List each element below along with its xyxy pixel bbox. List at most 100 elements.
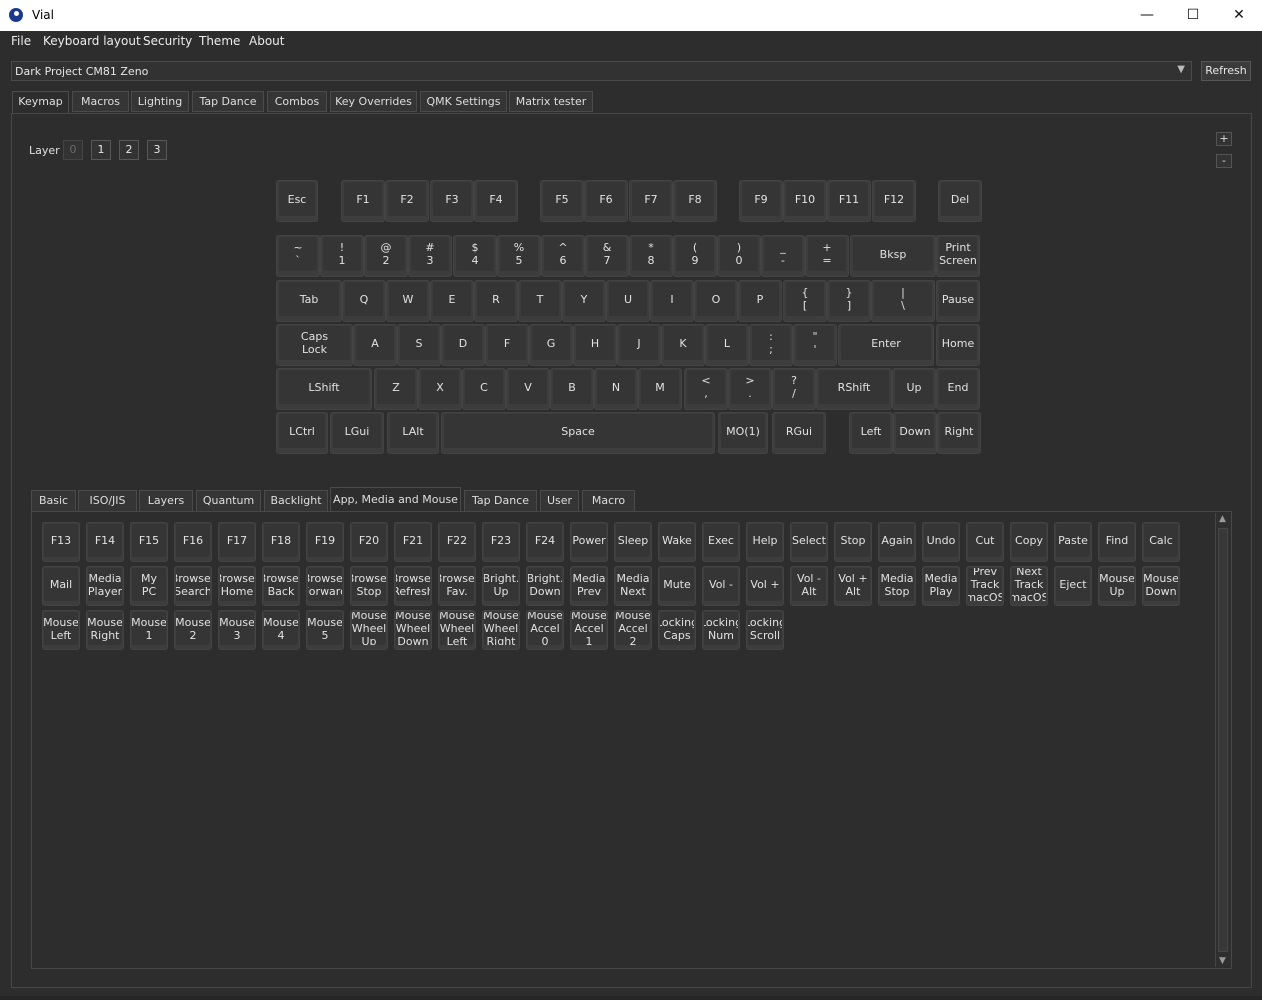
keyboard-key[interactable]: W bbox=[386, 280, 430, 322]
keycode-button[interactable]: Select bbox=[790, 522, 828, 562]
keyboard-key[interactable]: > . bbox=[728, 368, 772, 410]
keyboard-key[interactable]: } ] bbox=[827, 280, 871, 322]
tab-macro[interactable]: Macro bbox=[582, 490, 635, 512]
keyboard-key[interactable]: ~ ` bbox=[276, 235, 320, 277]
keycode-button[interactable]: Again bbox=[878, 522, 916, 562]
tab-matrix-tester[interactable]: Matrix tester bbox=[509, 91, 593, 112]
keyboard-key[interactable]: @ 2 bbox=[364, 235, 408, 277]
keyboard-key[interactable]: + = bbox=[805, 235, 849, 277]
keyboard-key[interactable]: F12 bbox=[872, 180, 916, 222]
keycode-button[interactable]: Mouse Right bbox=[86, 610, 124, 650]
keyboard-key[interactable]: F5 bbox=[540, 180, 584, 222]
keyboard-key[interactable]: F10 bbox=[783, 180, 827, 222]
keycode-button[interactable]: Mute bbox=[658, 566, 696, 606]
keyboard-key[interactable]: I bbox=[650, 280, 694, 322]
keycode-button[interactable]: Media Prev bbox=[570, 566, 608, 606]
tab-tap-dance[interactable]: Tap Dance bbox=[192, 91, 264, 112]
maximize-button[interactable]: ☐ bbox=[1170, 0, 1216, 31]
scroll-up-arrow-icon[interactable]: ▲ bbox=[1219, 514, 1226, 524]
keycode-button[interactable]: F24 bbox=[526, 522, 564, 562]
keycode-button[interactable]: Browser Search bbox=[174, 566, 212, 606]
tab-combos[interactable]: Combos bbox=[267, 91, 327, 112]
keyboard-key[interactable]: F11 bbox=[827, 180, 871, 222]
keycode-button[interactable]: Mouse Wheel Right bbox=[482, 610, 520, 650]
keycode-button[interactable]: Browser Forward bbox=[306, 566, 344, 606]
keyboard-key[interactable]: | \ bbox=[871, 280, 935, 322]
keyboard-key[interactable]: B bbox=[550, 368, 594, 410]
keyboard-key[interactable]: V bbox=[506, 368, 550, 410]
close-button[interactable]: ✕ bbox=[1216, 0, 1262, 31]
keyboard-key[interactable]: $ 4 bbox=[453, 235, 497, 277]
keycode-button[interactable]: Mouse Wheel Down bbox=[394, 610, 432, 650]
keycode-button[interactable]: F19 bbox=[306, 522, 344, 562]
tab-lighting[interactable]: Lighting bbox=[131, 91, 189, 112]
menu-keyboard-layout[interactable]: Keyboard layout bbox=[43, 34, 141, 48]
keyboard-key[interactable]: Y bbox=[562, 280, 606, 322]
keycode-button[interactable]: Mouse Accel 0 bbox=[526, 610, 564, 650]
scroll-thumb[interactable] bbox=[1218, 528, 1228, 952]
keyboard-key[interactable]: ! 1 bbox=[320, 235, 364, 277]
keyboard-key[interactable]: H bbox=[573, 324, 617, 366]
keyboard-key[interactable]: C bbox=[462, 368, 506, 410]
tab-keycode-tap-dance[interactable]: Tap Dance bbox=[464, 490, 537, 512]
keycode-button[interactable]: F18 bbox=[262, 522, 300, 562]
tab-keymap[interactable]: Keymap bbox=[12, 91, 69, 114]
keyboard-key[interactable]: S bbox=[397, 324, 441, 366]
keycode-button[interactable]: Media Player bbox=[86, 566, 124, 606]
keyboard-key[interactable]: P bbox=[738, 280, 782, 322]
layer-button-2[interactable]: 2 bbox=[119, 140, 139, 160]
keycode-button[interactable]: Locking Scroll bbox=[746, 610, 784, 650]
keycode-button[interactable]: Browser Refresh bbox=[394, 566, 432, 606]
keycode-button[interactable]: F16 bbox=[174, 522, 212, 562]
keyboard-key[interactable]: U bbox=[606, 280, 650, 322]
keyboard-key[interactable]: A bbox=[353, 324, 397, 366]
keyboard-key[interactable]: LGui bbox=[330, 412, 384, 454]
keycode-button[interactable]: Mouse Down bbox=[1142, 566, 1180, 606]
keyboard-key[interactable]: L bbox=[705, 324, 749, 366]
layer-button-3[interactable]: 3 bbox=[147, 140, 167, 160]
keyboard-key[interactable]: F9 bbox=[739, 180, 783, 222]
keyboard-key[interactable]: Caps Lock bbox=[276, 324, 353, 366]
keyboard-key[interactable]: RGui bbox=[772, 412, 826, 454]
menu-file[interactable]: File bbox=[11, 34, 31, 48]
keyboard-key[interactable]: # 3 bbox=[408, 235, 452, 277]
keyboard-key[interactable]: { [ bbox=[783, 280, 827, 322]
keyboard-key[interactable]: LShift bbox=[276, 368, 372, 410]
keycode-button[interactable]: Undo bbox=[922, 522, 960, 562]
keyboard-key[interactable]: ^ 6 bbox=[541, 235, 585, 277]
keycode-button[interactable]: Mouse Accel 2 bbox=[614, 610, 652, 650]
tab-basic[interactable]: Basic bbox=[31, 490, 76, 512]
keycode-button[interactable]: Mouse 1 bbox=[130, 610, 168, 650]
keyboard-key[interactable]: & 7 bbox=[585, 235, 629, 277]
zoom-out-button[interactable]: - bbox=[1216, 154, 1232, 168]
keyboard-key[interactable]: E bbox=[430, 280, 474, 322]
keycode-button[interactable]: Vol + Alt bbox=[834, 566, 872, 606]
keyboard-key[interactable]: Tab bbox=[276, 280, 342, 322]
keyboard-key[interactable]: Esc bbox=[276, 180, 318, 222]
keycode-button[interactable]: Mouse Left bbox=[42, 610, 80, 650]
keycode-button[interactable]: Media Stop bbox=[878, 566, 916, 606]
tab-key-overrides[interactable]: Key Overrides bbox=[330, 91, 417, 112]
keyboard-key[interactable]: F3 bbox=[430, 180, 474, 222]
tab-app-media-mouse[interactable]: App, Media and Mouse bbox=[330, 487, 461, 512]
layer-button-0[interactable]: 0 bbox=[63, 140, 83, 160]
keyboard-key[interactable]: % 5 bbox=[497, 235, 541, 277]
keycode-button[interactable]: Mail bbox=[42, 566, 80, 606]
keyboard-key[interactable]: ) 0 bbox=[717, 235, 761, 277]
tab-quantum[interactable]: Quantum bbox=[196, 490, 261, 512]
keycode-button[interactable]: Help bbox=[746, 522, 784, 562]
keycode-button[interactable]: Mouse 4 bbox=[262, 610, 300, 650]
keyboard-key[interactable]: F4 bbox=[474, 180, 518, 222]
keycode-button[interactable]: Mouse 3 bbox=[218, 610, 256, 650]
keyboard-key[interactable]: Print Screen bbox=[936, 235, 980, 277]
tab-macros[interactable]: Macros bbox=[72, 91, 129, 112]
keyboard-key[interactable]: Right bbox=[937, 412, 981, 454]
menu-security[interactable]: Security bbox=[143, 34, 192, 48]
keycode-button[interactable]: Bright. Down bbox=[526, 566, 564, 606]
keyboard-key[interactable]: Z bbox=[374, 368, 418, 410]
keyboard-key[interactable]: LCtrl bbox=[276, 412, 328, 454]
menu-about[interactable]: About bbox=[249, 34, 284, 48]
keycode-button[interactable]: Sleep bbox=[614, 522, 652, 562]
keycode-button[interactable]: Copy bbox=[1010, 522, 1048, 562]
keyboard-key[interactable]: Down bbox=[893, 412, 937, 454]
